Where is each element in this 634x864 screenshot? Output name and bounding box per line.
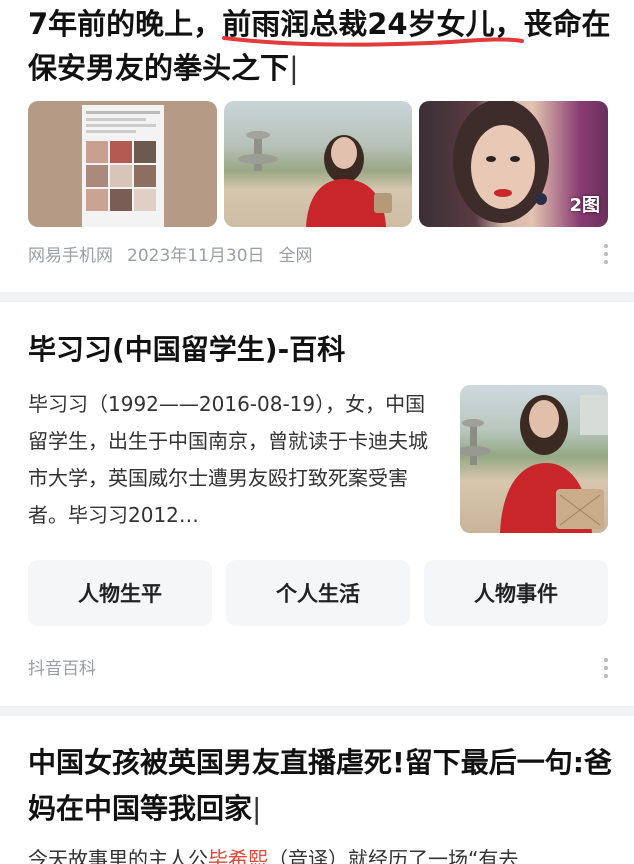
- thumbnail-photo-garden[interactable]: [223, 101, 413, 227]
- title-text-part: 7年前的晚上，: [28, 7, 223, 41]
- text-cursor: |: [289, 51, 299, 85]
- thumbnail-photo-portrait[interactable]: 2图: [419, 101, 609, 227]
- handwritten-underline: [222, 36, 524, 47]
- date-label: 2023年11月30日: [127, 246, 265, 266]
- text-cursor: |: [252, 792, 262, 825]
- card-divider: [0, 706, 634, 716]
- image-count-badge: 2图: [569, 195, 601, 216]
- news-card-3[interactable]: 中国女孩被英国男友直播虐死!留下最后一句:爸妈在中国等我回家| 今天故事里的主人…: [0, 716, 634, 864]
- baike-description: 毕习习（1992——2016-08-19），女，中国留学生，出生于中国南京，曾就…: [28, 392, 428, 527]
- source-label: 网易手机网: [28, 246, 113, 266]
- snippet-text: 今天故事里的主人公: [28, 847, 208, 864]
- snippet-text: （音译）就经历了一场“有去: [268, 847, 519, 864]
- more-options-icon[interactable]: [604, 244, 608, 264]
- baike-title[interactable]: 毕习习(中国留学生)-百科: [28, 330, 345, 370]
- source-label: 抖音百科: [28, 659, 96, 679]
- news-card-1[interactable]: 7年前的晚上，前雨润总裁24岁女儿，丧命在保安男友的拳头之下| 2图 网易手机网…: [0, 0, 634, 292]
- baike-photo[interactable]: [460, 385, 608, 533]
- news-meta: 网易手机网 2023年11月30日 全网: [28, 241, 313, 266]
- news-snippet: 今天故事里的主人公毕希熙（音译）就经历了一场“有去: [28, 844, 618, 864]
- highlighted-name: 毕希熙: [208, 847, 268, 864]
- scope-label: 全网: [278, 246, 313, 266]
- tab-biography[interactable]: 人物生平: [28, 560, 212, 626]
- tab-events[interactable]: 人物事件: [424, 560, 608, 626]
- image-gallery[interactable]: 2图: [28, 101, 609, 227]
- baike-tabs: 人物生平 个人生活 人物事件: [28, 560, 608, 626]
- news-title-3[interactable]: 中国女孩被英国男友直播虐死!留下最后一句:爸妈在中国等我回家|: [28, 740, 612, 832]
- tab-personal-life[interactable]: 个人生活: [226, 560, 410, 626]
- baike-card[interactable]: 毕习习(中国留学生)-百科 毕习习（1992——2016-08-19），女，中国…: [0, 302, 634, 706]
- more-options-icon[interactable]: [604, 658, 608, 678]
- thumbnail-screenshot[interactable]: [28, 101, 217, 227]
- card-divider: [0, 292, 634, 302]
